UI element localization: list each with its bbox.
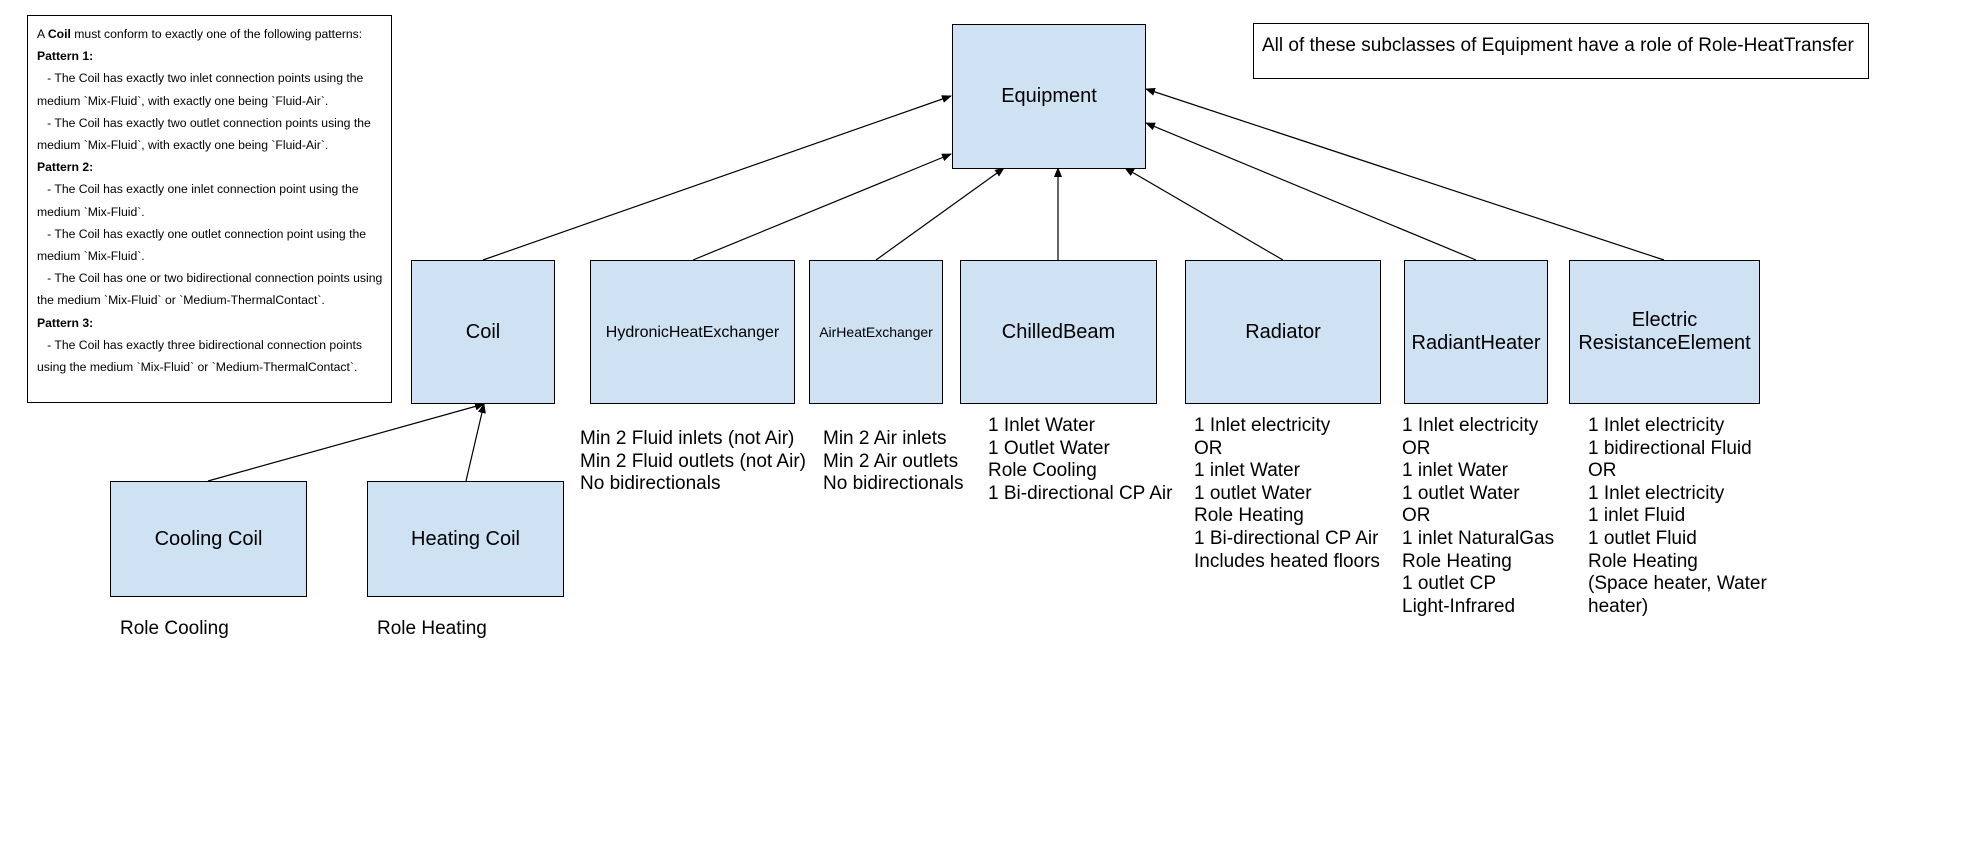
desc-line: 1 Bi-directional CP Air: [988, 482, 1173, 504]
node-label: ChilledBeam: [1001, 320, 1116, 343]
node-label: RadiantHeater: [1411, 331, 1541, 354]
node-label: Heating Coil: [411, 527, 520, 550]
desc-line: OR: [1588, 460, 1617, 482]
pattern-line: the medium `Mix-Fluid` or `Medium-Therma…: [37, 293, 325, 308]
desc-line: 1 Inlet electricity: [1194, 415, 1331, 436]
desc-line: 1 Bi-directional CP Air: [1194, 527, 1379, 549]
pattern-line: medium `Mix-Fluid`.: [37, 204, 145, 219]
arrow-airhx-to-equipment: [875, 167, 1005, 261]
arrow-heatingcoil-to-coil: [465, 403, 486, 482]
desc-cooling-coil: Role Cooling: [120, 618, 229, 641]
desc-line: Includes heated floors: [1194, 550, 1380, 572]
node-air-heat-exchanger[interactable]: AirHeatExchanger: [809, 260, 943, 404]
node-hydronic-heat-exchanger[interactable]: HydronicHeatExchanger: [590, 260, 795, 404]
desc-line: No bidirectionals: [823, 473, 964, 495]
desc-line: 1 inlet NaturalGas: [1402, 527, 1555, 549]
desc-line: 1 Outlet Water: [988, 437, 1110, 459]
node-label-line1: Electric: [1631, 309, 1698, 331]
pattern-line: medium `Mix-Fluid`, with exactly one bei…: [37, 93, 329, 108]
desc-line: Min 2 Air inlets: [823, 428, 947, 449]
pattern-line: - The Coil has exactly three bidirection…: [37, 337, 362, 352]
pattern-line: - The Coil has one or two bidirectional …: [37, 271, 383, 286]
desc-line: 1 outlet Water: [1402, 482, 1520, 504]
node-radiant-heater[interactable]: RadiantHeater: [1404, 260, 1548, 404]
desc-heating-coil: Role Heating: [377, 618, 487, 641]
coil-patterns-note: A Coil must conform to exactly one of th…: [27, 15, 392, 403]
desc-line: 1 outlet Water: [1194, 482, 1312, 504]
desc-line: Role Heating: [1402, 550, 1512, 572]
node-label: Coil: [465, 320, 501, 343]
node-cooling-coil[interactable]: Cooling Coil: [110, 481, 307, 597]
desc-line: Role Heating: [1588, 550, 1698, 572]
desc-line: Role Cooling: [988, 460, 1097, 482]
desc-line: No bidirectionals: [580, 473, 721, 495]
desc-line: Role Heating: [1194, 505, 1304, 527]
desc-line: 1 Inlet electricity: [1402, 415, 1539, 436]
node-label: Equipment: [1001, 85, 1097, 107]
desc-line: Light-Infrared: [1402, 595, 1516, 617]
desc-line: OR: [1194, 437, 1223, 459]
desc-line: heater): [1588, 595, 1649, 617]
node-label-line2: ResistanceElement: [1578, 332, 1751, 354]
arrow-radiator-to-equipment: [1124, 167, 1284, 261]
node-label: Radiator: [1245, 320, 1321, 343]
desc-hydronic: Min 2 Fluid inlets (not Air) Min 2 Fluid…: [580, 428, 806, 496]
desc-radiant-heater: 1 Inlet electricity OR 1 inlet Water 1 o…: [1402, 415, 1554, 618]
desc-line: Min 2 Fluid outlets (not Air): [580, 450, 806, 472]
desc-line: 1 bidirectional Fluid: [1588, 437, 1752, 459]
desc-line: 1 outlet CP: [1402, 573, 1496, 595]
desc-line: Min 2 Fluid inlets (not Air): [580, 428, 795, 449]
pattern-2-title: Pattern 2:: [37, 160, 94, 175]
node-heating-coil[interactable]: Heating Coil: [367, 481, 564, 597]
node-label: Cooling Coil: [154, 527, 263, 550]
arrow-hydronic-to-equipment: [692, 153, 952, 261]
desc-line: (Space heater, Water: [1588, 573, 1767, 595]
node-label: HydronicHeatExchanger: [605, 323, 780, 341]
node-chilled-beam[interactable]: ChilledBeam: [960, 260, 1157, 404]
pattern-1-title: Pattern 1:: [37, 49, 94, 64]
desc-line: 1 inlet Water: [1194, 460, 1300, 482]
desc-line: Role Heating: [377, 618, 487, 639]
node-label: AirHeatExchanger: [819, 323, 933, 340]
desc-chilled-beam: 1 Inlet Water 1 Outlet Water Role Coolin…: [988, 415, 1172, 505]
pattern-line: medium `Mix-Fluid`.: [37, 249, 145, 264]
role-heat-transfer-note: All of these subclasses of Equipment hav…: [1253, 23, 1869, 79]
desc-electric-resistance-element: 1 Inlet electricity 1 bidirectional Flui…: [1588, 415, 1767, 618]
desc-line: 1 outlet Fluid: [1588, 527, 1697, 549]
desc-line: Role Cooling: [120, 618, 229, 639]
desc-line: 1 inlet Fluid: [1588, 505, 1686, 527]
pattern-line: - The Coil has exactly one inlet connect…: [37, 182, 359, 197]
desc-line: 1 inlet Water: [1402, 460, 1508, 482]
node-equipment[interactable]: Equipment: [952, 24, 1146, 169]
arrow-coil-to-equipment: [482, 95, 952, 261]
desc-line: Min 2 Air outlets: [823, 450, 959, 472]
node-radiator[interactable]: Radiator: [1185, 260, 1381, 404]
desc-line: OR: [1402, 437, 1431, 459]
pattern-line: using the medium `Mix-Fluid` or `Medium-…: [37, 360, 358, 375]
node-electric-resistance-element[interactable]: Electric ResistanceElement: [1569, 260, 1760, 404]
pattern-3-title: Pattern 3:: [37, 315, 94, 330]
coil-note-intro: A Coil must conform to exactly one of th…: [37, 27, 363, 41]
arrow-coolingcoil-to-coil: [207, 402, 485, 482]
arrow-ere-to-equipment: [1145, 88, 1665, 261]
pattern-line: medium `Mix-Fluid`, with exactly one bei…: [37, 138, 329, 153]
desc-radiator: 1 Inlet electricity OR 1 inlet Water 1 o…: [1194, 415, 1380, 573]
desc-line: OR: [1402, 505, 1431, 527]
desc-line: 1 Inlet electricity: [1588, 482, 1725, 504]
desc-air-hx: Min 2 Air inlets Min 2 Air outlets No bi…: [823, 428, 963, 496]
pattern-line: - The Coil has exactly two inlet connect…: [37, 71, 364, 86]
pattern-line: - The Coil has exactly one outlet connec…: [37, 226, 367, 241]
node-coil[interactable]: Coil: [411, 260, 555, 404]
desc-line: 1 Inlet electricity: [1588, 415, 1725, 436]
pattern-line: - The Coil has exactly two outlet connec…: [37, 115, 371, 130]
desc-line: 1 Inlet Water: [988, 415, 1096, 436]
